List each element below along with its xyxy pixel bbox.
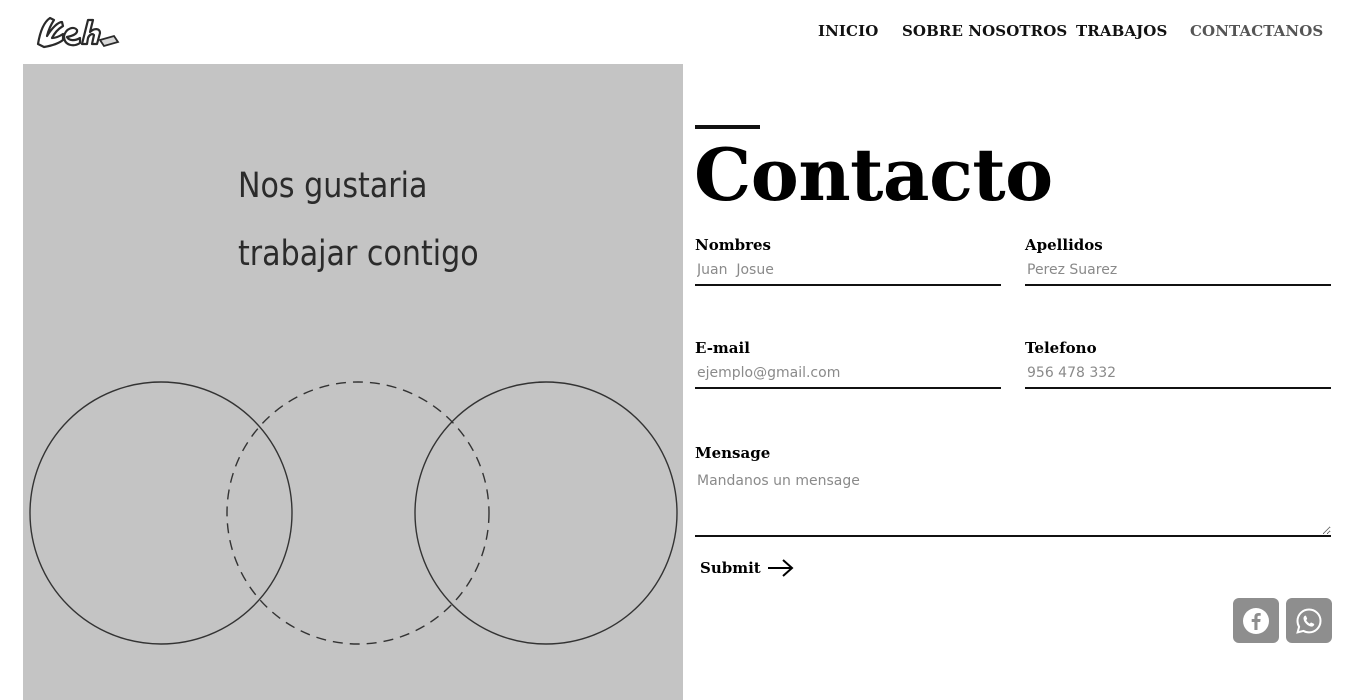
circle-center-dashed [226, 381, 490, 645]
circle-left [29, 381, 293, 645]
submit-button[interactable]: Submit [700, 556, 795, 580]
whatsapp-icon [1296, 607, 1322, 634]
whatsapp-button[interactable] [1286, 598, 1332, 643]
mensaje-label: Mensage [695, 444, 771, 462]
hero-panel: Nos gustaria trabajar contigo [23, 64, 683, 700]
main-nav: INICIO SOBRE NOSOTROS TRABAJOS CONTACTAN… [0, 22, 1366, 44]
circle-right [414, 381, 678, 645]
arrow-right-icon [767, 559, 794, 577]
nombres-input[interactable] [695, 256, 1001, 286]
email-label: E-mail [695, 339, 750, 357]
nombres-label: Nombres [695, 236, 771, 254]
decorative-circles [29, 381, 678, 645]
facebook-button[interactable] [1233, 598, 1279, 643]
nav-link-contactanos[interactable]: CONTACTANOS [1190, 22, 1323, 40]
telefono-input[interactable] [1025, 359, 1331, 389]
hero-tagline: Nos gustaria trabajar contigo [238, 152, 638, 288]
telefono-label: Telefono [1025, 339, 1097, 357]
tagline-line-2: trabajar contigo [238, 234, 479, 274]
nav-link-inicio[interactable]: INICIO [818, 22, 878, 40]
email-input[interactable] [695, 359, 1001, 389]
mensaje-textarea[interactable] [695, 467, 1331, 537]
nav-link-sobre-nosotros[interactable]: SOBRE NOSOTROS [902, 22, 1067, 40]
title-accent-bar [695, 125, 760, 129]
facebook-icon [1243, 607, 1269, 634]
apellidos-label: Apellidos [1025, 236, 1103, 254]
page-title: Contacto [694, 132, 1053, 217]
apellidos-input[interactable] [1025, 256, 1331, 286]
tagline-line-1: Nos gustaria [238, 166, 428, 206]
submit-label: Submit [700, 559, 761, 577]
nav-link-trabajos[interactable]: TRABAJOS [1076, 22, 1167, 40]
